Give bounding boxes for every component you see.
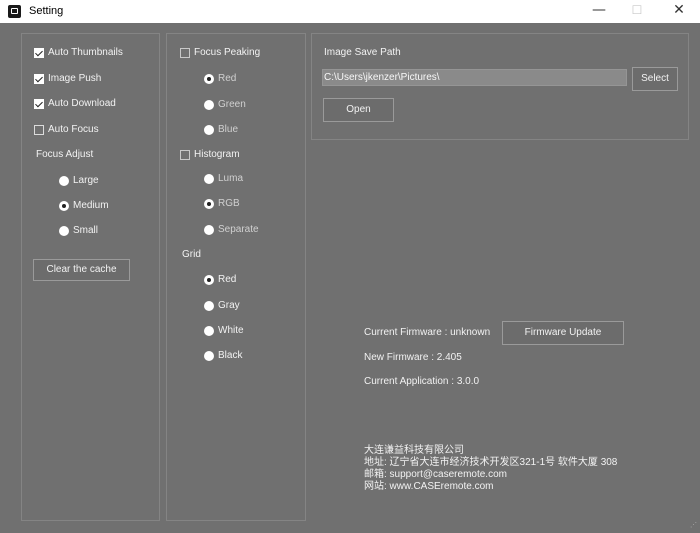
radio-selected-icon: [204, 275, 214, 285]
focus-adjust-small-label: Small: [73, 225, 99, 236]
radio-selected-icon: [59, 201, 69, 211]
open-folder-button[interactable]: Open: [323, 98, 394, 122]
clear-cache-button[interactable]: Clear the cache: [33, 259, 130, 281]
save-path-input[interactable]: C:\Users\jkenzer\Pictures\: [322, 69, 627, 86]
checkbox-checked-icon: [34, 99, 44, 109]
radio-unselected-icon: [204, 174, 214, 184]
checkbox-checked-icon: [34, 74, 44, 84]
window-title: Setting: [29, 5, 64, 17]
auto-thumbnails-label: Auto Thumbnails: [48, 47, 123, 58]
grid-red-label: Red: [218, 274, 237, 285]
company-email: 邮箱: support@caseremote.com: [364, 469, 507, 480]
company-website: 网站: www.CASEremote.com: [364, 481, 494, 492]
radio-unselected-icon: [204, 326, 214, 336]
radio-unselected-icon: [59, 176, 69, 186]
focus-adjust-large-label: Large: [73, 175, 99, 186]
radio-unselected-icon: [204, 351, 214, 361]
radio-unselected-icon: [204, 301, 214, 311]
focus-peaking-label: Focus Peaking: [194, 47, 261, 58]
new-firmware-text: New Firmware : 2.405: [364, 352, 462, 363]
checkbox-unchecked-icon: [180, 150, 190, 160]
current-application-text: Current Application : 3.0.0: [364, 376, 480, 387]
focus-adjust-medium-label: Medium: [73, 200, 109, 211]
firmware-update-button[interactable]: Firmware Update: [502, 321, 624, 345]
save-path-heading: Image Save Path: [324, 47, 401, 58]
checkbox-unchecked-icon: [34, 125, 44, 135]
histogram-separate-label: Separate: [218, 224, 259, 235]
radio-unselected-icon: [204, 100, 214, 110]
focus-adjust-heading: Focus Adjust: [36, 149, 94, 160]
histogram-luma-label: Luma: [218, 173, 244, 184]
save-path-panel: Image Save Path C:\Users\jkenzer\Picture…: [311, 33, 689, 140]
radio-selected-icon: [204, 74, 214, 84]
radio-selected-icon: [204, 199, 214, 209]
settings-window: Auto Thumbnails Image Push Auto Download…: [0, 23, 700, 533]
checkbox-checked-icon: [34, 48, 44, 58]
histogram-rgb-label: RGB: [218, 198, 240, 209]
auto-download-label: Auto Download: [48, 98, 116, 109]
grid-gray-label: Gray: [218, 300, 240, 311]
app-icon: [8, 5, 21, 18]
radio-unselected-icon: [204, 125, 214, 135]
grid-black-label: Black: [218, 350, 243, 361]
radio-unselected-icon: [59, 226, 69, 236]
resize-grip-icon[interactable]: ⋰: [690, 522, 697, 529]
grid-heading: Grid: [182, 249, 201, 260]
company-name: 大连谦益科技有限公司: [364, 445, 464, 456]
peaking-red-label: Red: [218, 73, 237, 84]
left-panel: Auto Thumbnails Image Push Auto Download…: [21, 33, 160, 521]
histogram-label: Histogram: [194, 149, 240, 160]
peaking-blue-label: Blue: [218, 124, 239, 135]
auto-focus-label: Auto Focus: [48, 124, 99, 135]
close-button[interactable]: ✕: [656, 0, 700, 23]
title-bar: Setting — ☐ ✕: [0, 0, 700, 23]
peaking-green-label: Green: [218, 99, 246, 110]
grid-white-label: White: [218, 325, 244, 336]
radio-unselected-icon: [204, 225, 214, 235]
current-firmware-text: Current Firmware : unknown: [364, 327, 491, 338]
select-folder-button[interactable]: Select: [632, 67, 678, 91]
middle-panel: Focus Peaking Red Green Blue Histogram L…: [166, 33, 306, 521]
image-push-label: Image Push: [48, 73, 102, 84]
maximize-button[interactable]: ☐: [614, 0, 660, 23]
company-address: 地址: 辽宁省大连市经济技术开发区321-1号 软件大厦 308: [364, 457, 618, 468]
checkbox-unchecked-icon: [180, 48, 190, 58]
